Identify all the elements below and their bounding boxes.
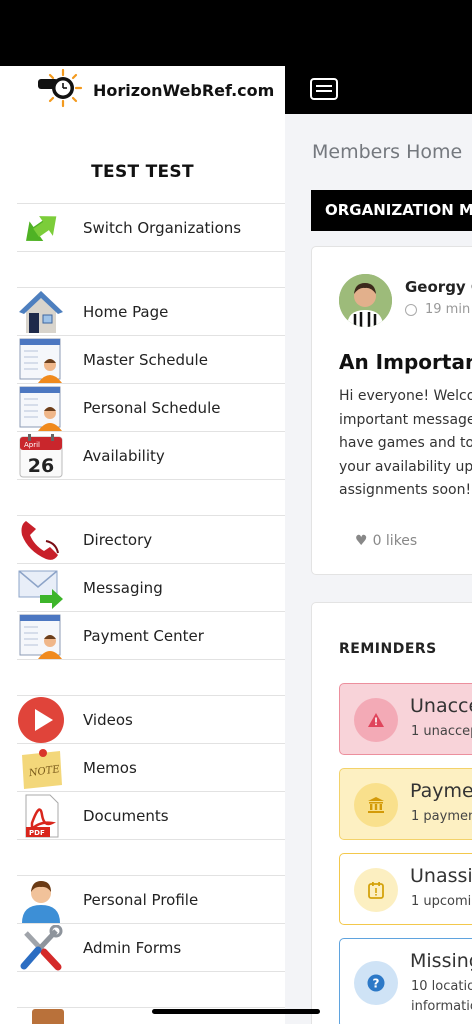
status-bar <box>0 0 472 66</box>
reminder-title: Payme <box>410 780 472 802</box>
switch-arrows-icon <box>17 205 65 251</box>
person-icon <box>17 877 65 923</box>
top-navbar <box>285 66 472 114</box>
play-icon <box>17 696 65 743</box>
sidebar-item-label: Payment Center <box>83 626 204 645</box>
menu-toggle-icon[interactable] <box>310 78 338 100</box>
book-icon[interactable] <box>32 1009 64 1024</box>
post-author[interactable]: Georgy C <box>405 278 472 296</box>
sidebar-item-payment-center[interactable]: Payment Center <box>17 612 285 660</box>
brand-name: HorizonWebRef.com <box>93 80 275 100</box>
reminder-unassigned[interactable]: Unassi 1 upcomi <box>339 853 472 925</box>
reminder-subtitle-line: 10 locatio <box>411 979 472 994</box>
whistle-clock-icon <box>36 66 86 114</box>
schedule-person-icon <box>17 337 65 383</box>
reminder-title: Missing <box>410 950 472 972</box>
reminders-title: REMINDERS <box>339 641 437 657</box>
svg-text:?: ? <box>373 977 380 991</box>
divider <box>17 1007 285 1008</box>
reminder-subtitle-line: informatio <box>411 999 472 1014</box>
sidebar-item-label: Videos <box>83 710 133 729</box>
schedule-person-icon <box>17 613 65 659</box>
reminder-subtitle: 1 paymen <box>411 809 472 824</box>
bank-icon <box>354 783 398 827</box>
sidebar-item-admin-forms[interactable]: Admin Forms <box>17 924 285 972</box>
page-title: Members Home <box>312 141 463 163</box>
home-indicator[interactable] <box>152 1009 320 1014</box>
reminder-title: Unacce <box>410 695 472 717</box>
sidebar-item-directory[interactable]: Directory <box>17 516 285 564</box>
announcement-card: Georgy C 19 min An Important N Hi everyo… <box>311 246 472 575</box>
house-icon <box>17 289 65 335</box>
reminder-missing[interactable]: ? Missing 10 locatio informatio <box>339 938 472 1024</box>
sidebar-item-documents[interactable]: PDF Documents <box>17 792 285 840</box>
post-body-line: Hi everyone! Welco <box>339 388 472 404</box>
envelope-arrow-icon <box>17 565 65 611</box>
sidebar-item-availability[interactable]: April 26 Availability <box>17 432 285 480</box>
sidebar-item-label: Directory <box>83 530 153 549</box>
main-content: Members Home ORGANIZATION ME Georgy C 19… <box>285 66 472 1024</box>
user-name: TEST TEST <box>91 162 194 182</box>
sidebar-item-label: Availability <box>83 446 165 465</box>
sidebar-item-personal-schedule[interactable]: Personal Schedule <box>17 384 285 432</box>
note-icon: NOTE <box>17 745 65 791</box>
reminder-unaccepted[interactable]: Unacce 1 unaccep <box>339 683 472 755</box>
post-body: Hi everyone! Welco important message hav… <box>339 385 472 503</box>
post-body-line: have games and tou <box>339 435 472 451</box>
post-body-line: assignments soon! <box>339 482 472 498</box>
sidebar-item-messaging[interactable]: Messaging <box>17 564 285 612</box>
like-button[interactable]: ♥ 0 likes <box>355 533 417 549</box>
sidebar-item-label: Switch Organizations <box>83 218 242 237</box>
calendar-icon: April 26 <box>17 433 65 479</box>
sidebar-item-memos[interactable]: NOTE Memos <box>17 744 285 792</box>
brand-logo[interactable]: HorizonWebRef.com <box>36 66 274 114</box>
sidebar-item-label: Home Page <box>83 302 169 321</box>
post-time-text: 19 min <box>425 302 471 317</box>
sidebar-item-videos[interactable]: Videos <box>17 696 285 744</box>
sidebar: HorizonWebRef.com TEST TEST Switch Organ… <box>0 66 285 1024</box>
sidebar-item-master-schedule[interactable]: Master Schedule <box>17 336 285 384</box>
sidebar-item-label: Messaging <box>83 578 163 597</box>
organization-banner: ORGANIZATION ME <box>311 190 472 231</box>
sidebar-item-label: Personal Schedule <box>83 398 221 417</box>
svg-text:26: 26 <box>28 455 54 477</box>
post-time: 19 min <box>405 302 470 317</box>
reminders-card: REMINDERS Unacce 1 unaccep Payme 1 payme… <box>311 602 472 1024</box>
reminder-subtitle: 1 unaccep <box>411 724 472 739</box>
pdf-icon: PDF <box>17 793 65 839</box>
sidebar-item-label: Documents <box>83 806 169 825</box>
post-body-line: your availability up t <box>339 458 472 475</box>
svg-text:April: April <box>24 441 40 449</box>
question-icon: ? <box>354 961 398 1005</box>
sidebar-item-switch-organizations[interactable]: Switch Organizations <box>17 204 285 252</box>
schedule-person-icon <box>17 385 65 431</box>
sidebar-item-label: Memos <box>83 758 137 777</box>
clock-icon <box>405 303 417 316</box>
post-title: An Important N <box>339 350 472 374</box>
warning-icon <box>354 698 398 742</box>
tools-icon <box>17 924 65 971</box>
sidebar-item-label: Admin Forms <box>83 938 182 957</box>
sidebar-item-home-page[interactable]: Home Page <box>17 288 285 336</box>
sidebar-item-label: Personal Profile <box>83 890 199 909</box>
app-screen: HorizonWebRef.com TEST TEST Switch Organ… <box>0 0 472 1024</box>
sidebar-item-personal-profile[interactable]: Personal Profile <box>17 876 285 924</box>
reminder-payment[interactable]: Payme 1 paymen <box>339 768 472 840</box>
reminder-subtitle: 10 locatio informatio <box>411 977 472 1017</box>
phone-icon <box>17 517 65 563</box>
calendar-alert-icon <box>354 868 398 912</box>
avatar <box>339 274 392 327</box>
heart-icon: ♥ <box>355 533 368 549</box>
svg-text:PDF: PDF <box>29 829 45 837</box>
like-count: 0 likes <box>372 533 418 549</box>
sidebar-item-label: Master Schedule <box>83 350 208 369</box>
reminder-subtitle: 1 upcomi <box>411 894 472 909</box>
reminder-title: Unassi <box>410 865 472 887</box>
post-body-line: important message <box>339 411 472 428</box>
